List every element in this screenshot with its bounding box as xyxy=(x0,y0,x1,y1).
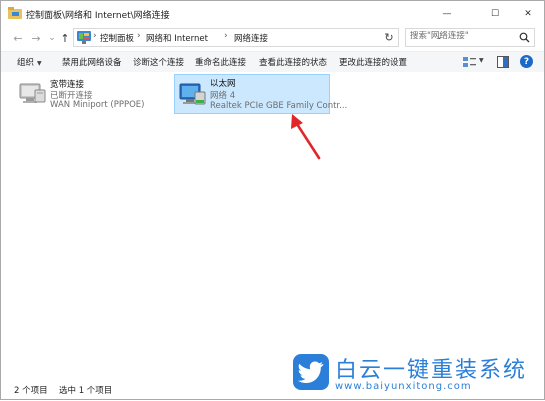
watermark-url: www.baiyunxitong.com xyxy=(335,381,472,392)
selected-count: 选中 1 个项目 xyxy=(59,386,113,396)
watermark-title: 白云一键重装系统 xyxy=(335,358,528,383)
red-arrow-annotation xyxy=(291,114,321,160)
network-connections-window: 控制面板\网络和 Internet\网络连接 — ☐ ✕ ← → ⌄ ↑ › 控… xyxy=(0,0,545,400)
item-count: 2 个项目 xyxy=(14,386,48,396)
bird-logo-icon xyxy=(293,354,329,390)
watermark: 白云一键重装系统 www.baiyunxitong.com xyxy=(293,354,533,394)
